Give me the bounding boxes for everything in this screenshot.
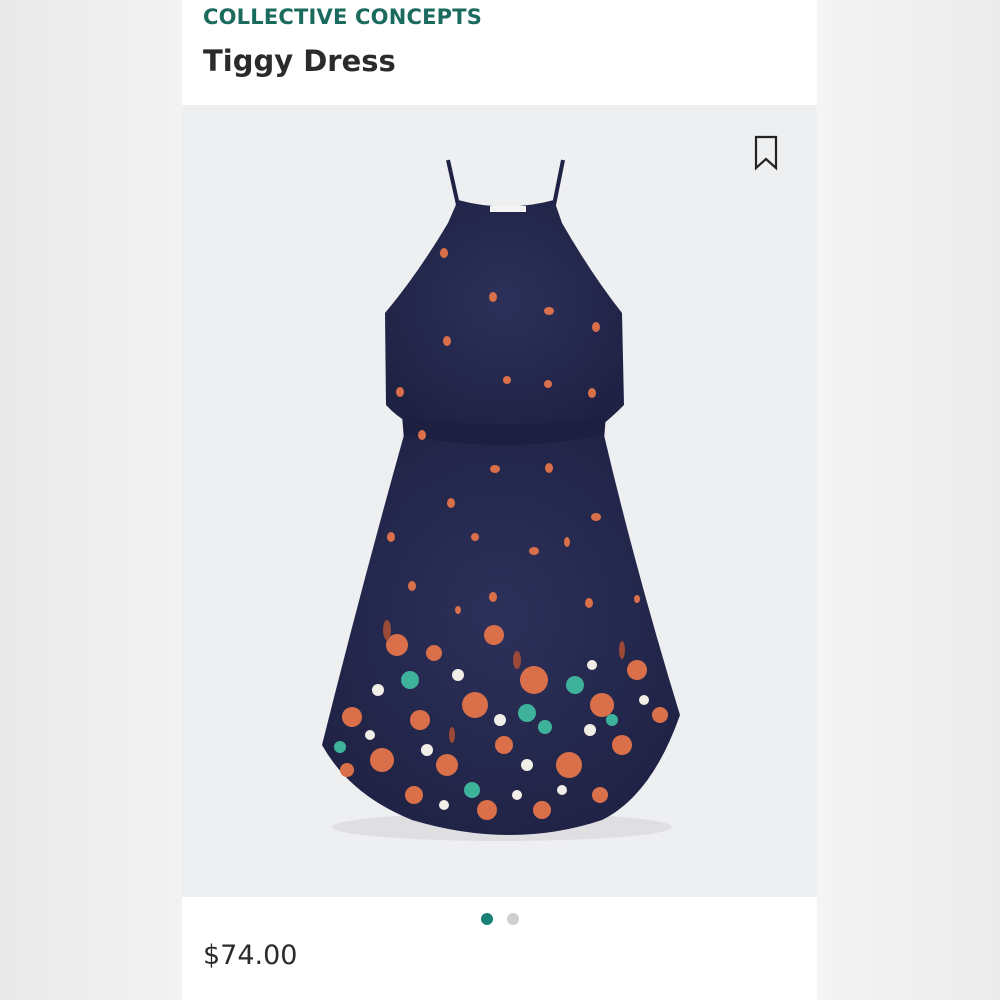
left-margin <box>0 0 182 1000</box>
dress-image <box>322 159 680 841</box>
gallery-dot-2[interactable] <box>506 913 519 925</box>
brand-name[interactable]: COLLECTIVE CONCEPTS <box>203 5 482 29</box>
right-margin <box>817 0 1000 1000</box>
product-card: COLLECTIVE CONCEPTS Tiggy Dress $74.00 <box>182 0 817 1000</box>
gallery-dot-1[interactable] <box>480 913 493 925</box>
product-image-gallery[interactable] <box>182 105 817 897</box>
product-price: $74.00 <box>203 940 298 971</box>
gallery-pagination <box>182 910 817 928</box>
bookmark-icon[interactable] <box>753 135 779 171</box>
product-title: Tiggy Dress <box>203 44 396 78</box>
